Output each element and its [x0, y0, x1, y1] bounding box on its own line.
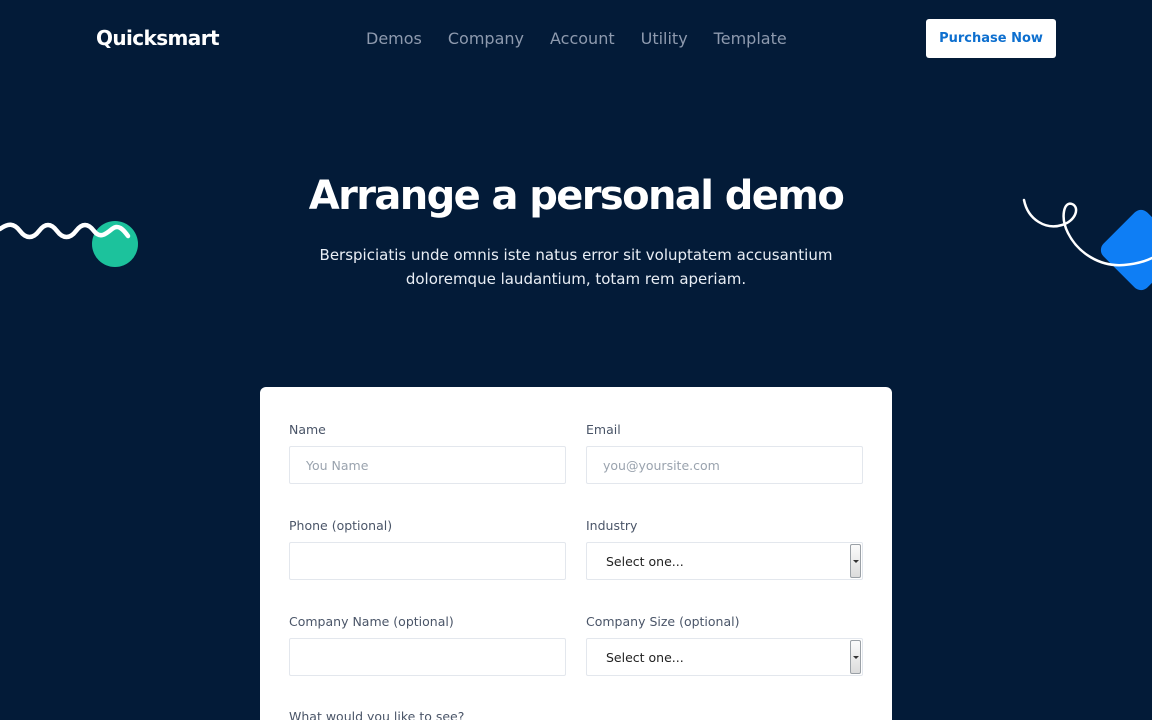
email-label: Email: [586, 422, 621, 437]
industry-select-value: Select one...: [606, 554, 684, 569]
page: Quicksmart Demos Company Account Utility…: [0, 0, 1152, 720]
demo-request-form: Name Email Phone (optional) Industry Sel…: [260, 387, 892, 720]
interests-label: What would you like to see?: [289, 709, 465, 720]
company-size-label: Company Size (optional): [586, 614, 740, 629]
chevron-down-icon[interactable]: [850, 640, 861, 674]
industry-select[interactable]: Select one...: [586, 542, 863, 580]
company-name-input[interactable]: [289, 638, 566, 676]
company-size-field-group: Company Size (optional) Select one...: [586, 614, 863, 676]
company-name-label: Company Name (optional): [289, 614, 454, 629]
company-size-select-value: Select one...: [606, 650, 684, 665]
name-input[interactable]: [289, 446, 566, 484]
nav-demos[interactable]: Demos: [366, 29, 422, 49]
page-subtitle: Berspiciatis unde omnis iste natus error…: [319, 246, 833, 288]
nav-template[interactable]: Template: [714, 29, 787, 49]
nav-utility[interactable]: Utility: [641, 29, 688, 49]
phone-label: Phone (optional): [289, 518, 393, 533]
name-label: Name: [289, 422, 326, 437]
industry-field-group: Industry Select one...: [586, 518, 863, 580]
name-field-group: Name: [289, 422, 566, 484]
phone-input[interactable]: [289, 542, 566, 580]
chevron-down-icon[interactable]: [850, 544, 861, 578]
logo[interactable]: Quicksmart: [96, 26, 220, 50]
company-size-select[interactable]: Select one...: [586, 638, 863, 676]
nav-account[interactable]: Account: [550, 29, 615, 49]
main-nav: Demos Company Account Utility Template: [366, 29, 813, 49]
page-title: Arrange a personal demo: [308, 173, 845, 219]
nav-company[interactable]: Company: [448, 29, 524, 49]
company-name-field-group: Company Name (optional): [289, 614, 566, 676]
email-field-group: Email: [586, 422, 863, 484]
phone-field-group: Phone (optional): [289, 518, 566, 580]
purchase-now-button[interactable]: Purchase Now: [926, 19, 1056, 58]
industry-label: Industry: [586, 518, 638, 533]
email-input[interactable]: [586, 446, 863, 484]
